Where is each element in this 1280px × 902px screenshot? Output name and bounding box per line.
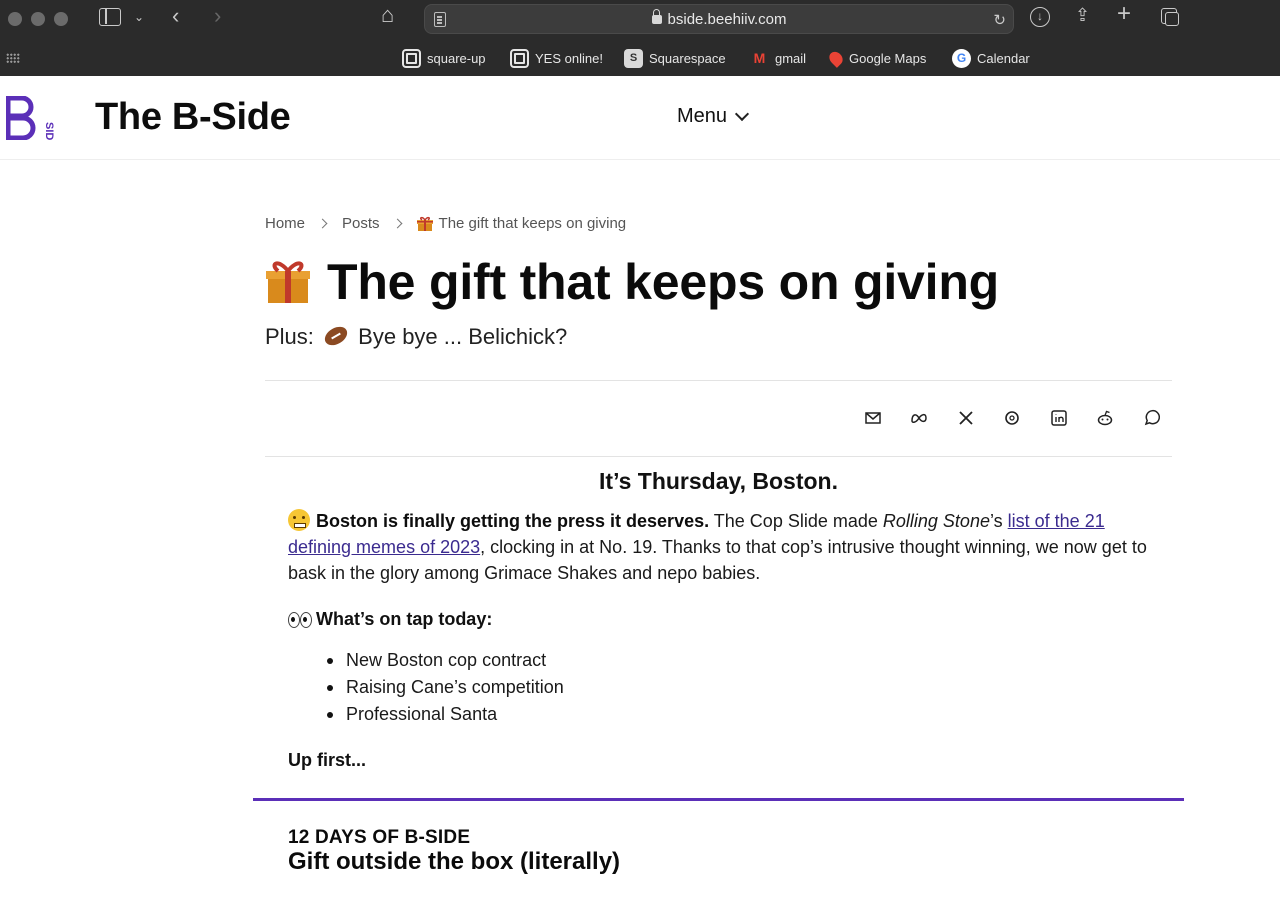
squarespace-icon: S <box>624 48 643 68</box>
breadcrumb-posts[interactable]: Posts <box>342 215 380 232</box>
sidebar-toggle-icon[interactable] <box>99 8 121 26</box>
gift-icon <box>416 216 433 231</box>
threads-icon[interactable] <box>1003 409 1021 427</box>
share-icon[interactable]: ⇪ <box>1075 5 1090 25</box>
square-logo-icon <box>402 48 421 68</box>
eyes-icon <box>288 612 312 628</box>
browser-chrome: ⌄ ‹ › ⌂ bside.beehiiv.com ↻ ↓ ⇪ + square… <box>0 0 1280 76</box>
list-item: Raising Cane’s competition <box>327 674 564 701</box>
lead-paragraph: Boston is finally getting the press it d… <box>288 509 1147 583</box>
lock-icon <box>651 9 662 24</box>
gift-icon <box>266 261 310 303</box>
list-item: New Boston cop contract <box>327 647 564 674</box>
menu-button[interactable]: Menu <box>677 105 750 128</box>
bookmark-yes-online[interactable]: YES online! <box>510 48 603 68</box>
svg-text:SIDE: SIDE <box>43 122 55 140</box>
greeting-heading: It’s Thursday, Boston. <box>599 468 838 494</box>
section-kicker: 12 DAYS OF B-SIDE <box>288 827 471 848</box>
reddit-icon[interactable] <box>1096 409 1114 427</box>
steam-face-icon <box>288 509 310 531</box>
forward-icon[interactable]: › <box>214 5 221 27</box>
breadcrumb-current: The gift that keeps on giving <box>438 215 627 232</box>
download-icon[interactable]: ↓ <box>1030 7 1050 27</box>
google-maps-icon <box>826 48 846 68</box>
list-item: Professional Santa <box>327 701 564 728</box>
section-title: Gift outside the box (literally) <box>288 848 621 875</box>
site-title[interactable]: The B-Side <box>95 96 291 139</box>
back-icon[interactable]: ‹ <box>172 5 179 27</box>
home-icon[interactable]: ⌂ <box>381 4 394 26</box>
chevron-down-icon <box>734 106 750 121</box>
bookmark-gmail[interactable]: M gmail <box>750 48 806 68</box>
section-divider <box>253 798 1184 801</box>
bookmark-calendar[interactable]: G Calendar <box>952 48 1030 68</box>
app-grid-icon[interactable] <box>6 53 20 63</box>
linkedin-icon[interactable] <box>1050 409 1068 427</box>
football-icon <box>321 323 351 349</box>
article-title: The gift that keeps on giving <box>265 253 999 311</box>
meta-icon[interactable] <box>910 409 928 427</box>
b-side-logo[interactable]: SIDE <box>6 96 58 140</box>
chevron-right-icon <box>317 218 328 229</box>
zoom-window-button[interactable] <box>54 12 68 26</box>
address-bar[interactable]: bside.beehiiv.com ↻ <box>424 4 1014 34</box>
article-subtitle: Plus: Bye bye ... Belichick? <box>265 323 568 349</box>
breadcrumb: Home Posts The gift that keeps on giving <box>265 215 626 232</box>
email-icon[interactable] <box>864 409 882 427</box>
bookmarks-bar: square-up YES online! S Squarespace M gm… <box>0 44 1280 72</box>
up-first-label: Up first... <box>288 750 367 770</box>
chevron-right-icon <box>392 218 402 229</box>
on-tap-list: New Boston cop contract Raising Cane’s c… <box>327 647 564 728</box>
bookmark-google-maps[interactable]: Google Maps <box>826 48 926 68</box>
breadcrumb-home[interactable]: Home <box>265 215 305 232</box>
divider <box>265 380 1172 381</box>
whatsapp-icon[interactable] <box>1143 409 1161 427</box>
x-icon[interactable] <box>957 409 975 427</box>
reload-icon[interactable]: ↻ <box>993 11 1006 29</box>
minimize-window-button[interactable] <box>31 12 45 26</box>
bookmark-square-up[interactable]: square-up <box>402 48 486 68</box>
bookmark-squarespace[interactable]: S Squarespace <box>624 48 726 68</box>
url-text[interactable]: bside.beehiiv.com <box>425 9 1013 28</box>
divider <box>265 456 1172 457</box>
google-icon: G <box>952 48 971 68</box>
on-tap-heading: What’s on tap today: <box>288 609 492 630</box>
gmail-icon: M <box>753 50 766 66</box>
close-window-button[interactable] <box>8 12 22 26</box>
tab-overview-icon[interactable] <box>1161 8 1179 26</box>
chevron-down-icon[interactable]: ⌄ <box>134 7 144 27</box>
square-logo-icon <box>510 48 529 68</box>
new-tab-icon[interactable]: + <box>1117 2 1131 26</box>
